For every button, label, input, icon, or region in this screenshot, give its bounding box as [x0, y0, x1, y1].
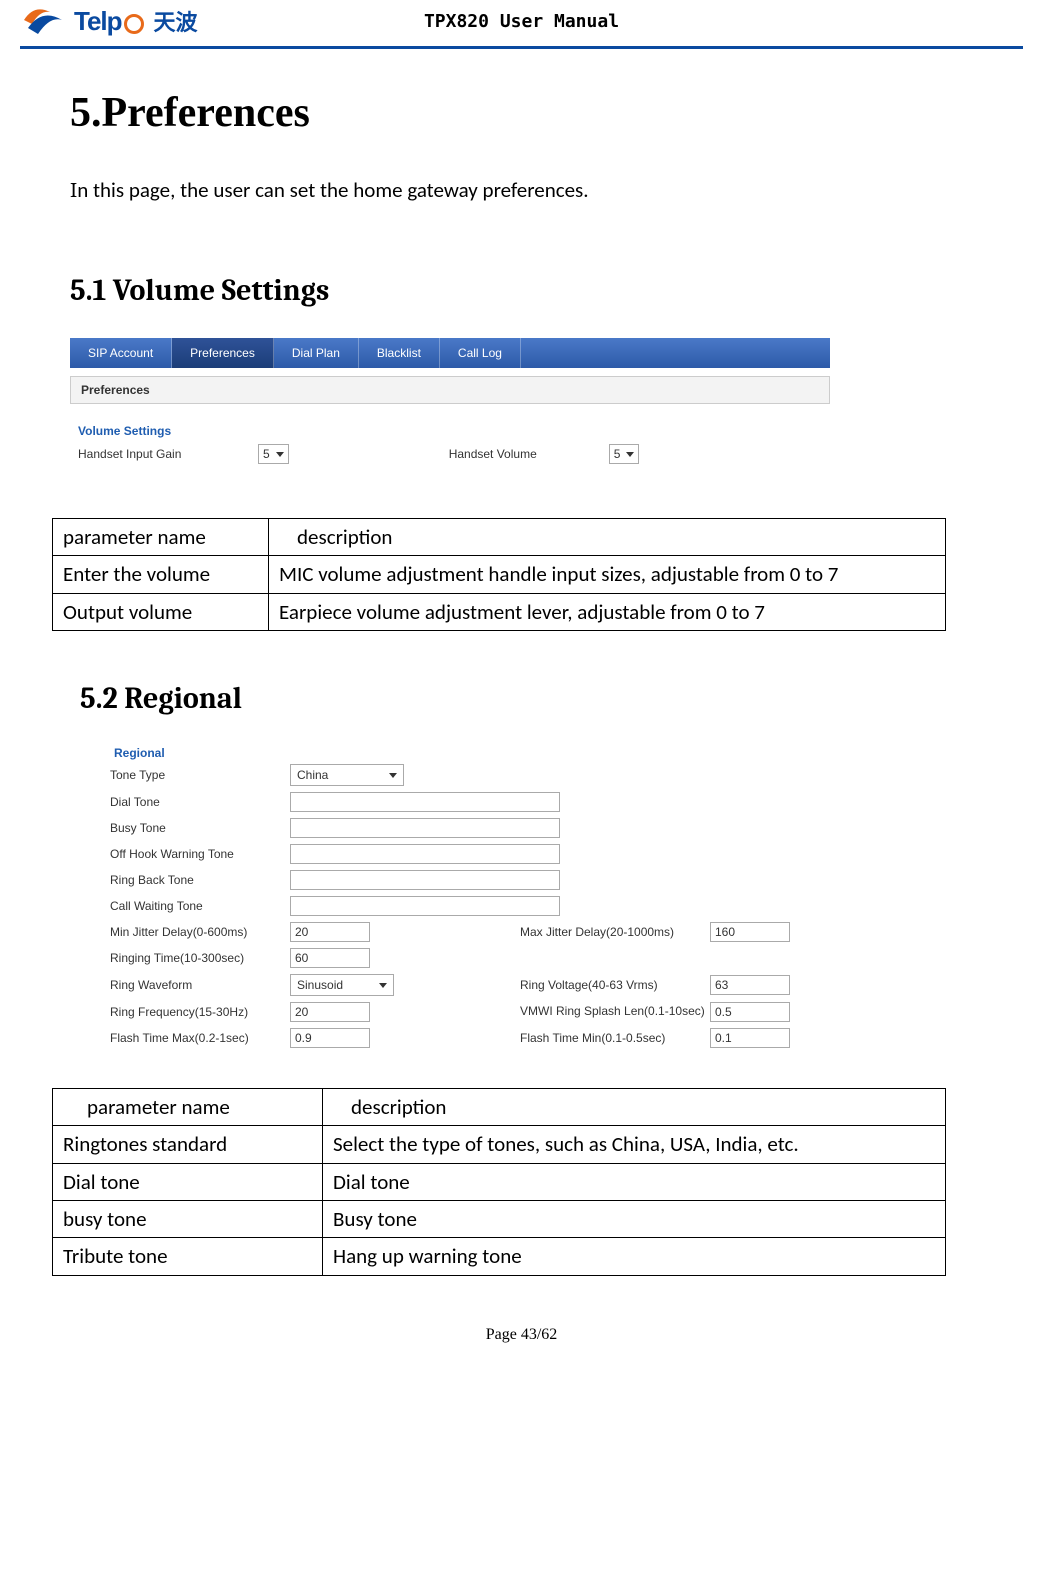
label-off-hook-warning: Off Hook Warning Tone: [110, 847, 290, 861]
select-tone-type[interactable]: China: [290, 764, 404, 786]
select-handset-volume[interactable]: 5: [609, 444, 640, 464]
input-call-waiting-tone[interactable]: [290, 896, 560, 916]
cell-param-name: busy tone: [53, 1201, 323, 1238]
label-ring-back-tone: Ring Back Tone: [110, 873, 290, 887]
table-header-row: parameter name description: [53, 1089, 946, 1126]
select-ring-waveform[interactable]: Sinusoid: [290, 974, 394, 996]
label-tone-type: Tone Type: [110, 768, 290, 782]
input-vmwi-ring-splash[interactable]: 0.5: [710, 1002, 790, 1022]
input-min-jitter-delay[interactable]: 20: [290, 922, 370, 942]
intro-text: In this page, the user can set the home …: [70, 177, 973, 203]
cell-description: Hang up warning tone: [323, 1238, 946, 1275]
cell-param-name: Tribute tone: [53, 1238, 323, 1275]
input-max-jitter-delay[interactable]: 160: [710, 922, 790, 942]
select-value: China: [297, 768, 328, 782]
cell-param-name: Output volume: [53, 593, 269, 630]
table-row: Output volume Earpiece volume adjustment…: [53, 593, 946, 630]
heading-preferences: 5.Preferences: [70, 89, 973, 137]
doc-title: TPX820 User Manual: [424, 11, 619, 32]
label-handset-volume: Handset Volume: [449, 447, 609, 461]
label-ring-waveform: Ring Waveform: [110, 978, 290, 992]
input-ring-back-tone[interactable]: [290, 870, 560, 890]
th-parameter-name: parameter name: [53, 519, 269, 556]
th-parameter-name: parameter name: [53, 1089, 323, 1126]
brand-logo-text: Telp: [74, 6, 122, 37]
label-handset-input-gain: Handset Input Gain: [78, 447, 258, 461]
label-ring-voltage: Ring Voltage(40-63 Vrms): [520, 978, 710, 992]
table-row: Tribute tone Hang up warning tone: [53, 1238, 946, 1275]
input-ringing-time[interactable]: 60: [290, 948, 370, 968]
group-header-preferences: Preferences: [70, 376, 830, 404]
heading-regional: 5.2 Regional: [80, 681, 973, 716]
screenshot-volume-settings: SIP Account Preferences Dial Plan Blackl…: [70, 338, 830, 498]
select-value: 5: [614, 445, 621, 463]
label-vmwi-ring-splash: VMWI Ring Splash Len(0.1-10sec): [520, 1005, 710, 1018]
brand-logo: Telp 天波: [20, 2, 198, 40]
pdf-header: Telp 天波 TPX820 User Manual: [0, 0, 1043, 40]
caret-down-icon: [626, 452, 634, 457]
regional-param-table: parameter name description Ringtones sta…: [52, 1088, 946, 1276]
heading-volume-settings: 5.1 Volume Settings: [70, 273, 973, 308]
cell-param-name: Dial tone: [53, 1163, 323, 1200]
page-footer: Page 43/62: [0, 1326, 1043, 1344]
cell-description: Busy tone: [323, 1201, 946, 1238]
input-flash-time-max[interactable]: 0.9: [290, 1028, 370, 1048]
tab-call-log[interactable]: Call Log: [440, 338, 521, 368]
label-dial-tone: Dial Tone: [110, 795, 290, 809]
label-flash-time-max: Flash Time Max(0.2-1sec): [110, 1031, 290, 1045]
config-tab-bar: SIP Account Preferences Dial Plan Blackl…: [70, 338, 830, 368]
input-flash-time-min[interactable]: 0.1: [710, 1028, 790, 1048]
input-off-hook-warning[interactable]: [290, 844, 560, 864]
cell-description: MIC volume adjustment handle input sizes…: [269, 556, 946, 593]
label-busy-tone: Busy Tone: [110, 821, 290, 835]
logo-o-icon: [124, 14, 144, 34]
table-row: Dial tone Dial tone: [53, 1163, 946, 1200]
select-value: 5: [263, 445, 270, 463]
caret-down-icon: [276, 452, 284, 457]
th-description: description: [323, 1089, 946, 1126]
select-handset-input-gain[interactable]: 5: [258, 444, 289, 464]
tab-sip-account[interactable]: SIP Account: [70, 338, 172, 368]
table-row: busy tone Busy tone: [53, 1201, 946, 1238]
cell-param-name: Enter the volume: [53, 556, 269, 593]
input-dial-tone[interactable]: [290, 792, 560, 812]
label-min-jitter-delay: Min Jitter Delay(0-600ms): [110, 925, 290, 939]
table-row: Ringtones standard Select the type of to…: [53, 1126, 946, 1163]
label-ring-frequency: Ring Frequency(15-30Hz): [110, 1005, 290, 1019]
th-description: description: [269, 519, 946, 556]
select-value: Sinusoid: [297, 978, 343, 992]
caret-down-icon: [379, 983, 387, 988]
label-ringing-time: Ringing Time(10-300sec): [110, 951, 290, 965]
tab-blacklist[interactable]: Blacklist: [359, 338, 440, 368]
label-max-jitter-delay: Max Jitter Delay(20-1000ms): [520, 925, 710, 939]
volume-param-table: parameter name description Enter the vol…: [52, 518, 946, 631]
legend-volume-settings: Volume Settings: [78, 424, 830, 438]
input-ring-frequency[interactable]: 20: [290, 1002, 370, 1022]
tab-dial-plan[interactable]: Dial Plan: [274, 338, 359, 368]
cell-description: Earpiece volume adjustment lever, adjust…: [269, 593, 946, 630]
legend-regional: Regional: [114, 746, 900, 760]
caret-down-icon: [389, 773, 397, 778]
telpo-mark-icon: [20, 2, 68, 40]
table-header-row: parameter name description: [53, 519, 946, 556]
input-ring-voltage[interactable]: 63: [710, 975, 790, 995]
brand-logo-cn: 天波: [154, 5, 198, 37]
label-flash-time-min: Flash Time Min(0.1-0.5sec): [520, 1031, 710, 1045]
cell-description: Select the type of tones, such as China,…: [323, 1126, 946, 1163]
header-rule: [20, 46, 1023, 49]
cell-param-name: Ringtones standard: [53, 1126, 323, 1163]
input-busy-tone[interactable]: [290, 818, 560, 838]
tab-preferences[interactable]: Preferences: [172, 338, 274, 368]
table-row: Enter the volume MIC volume adjustment h…: [53, 556, 946, 593]
label-call-waiting-tone: Call Waiting Tone: [110, 899, 290, 913]
screenshot-regional: Regional Tone Type China Dial Tone Busy …: [110, 746, 900, 1048]
cell-description: Dial tone: [323, 1163, 946, 1200]
